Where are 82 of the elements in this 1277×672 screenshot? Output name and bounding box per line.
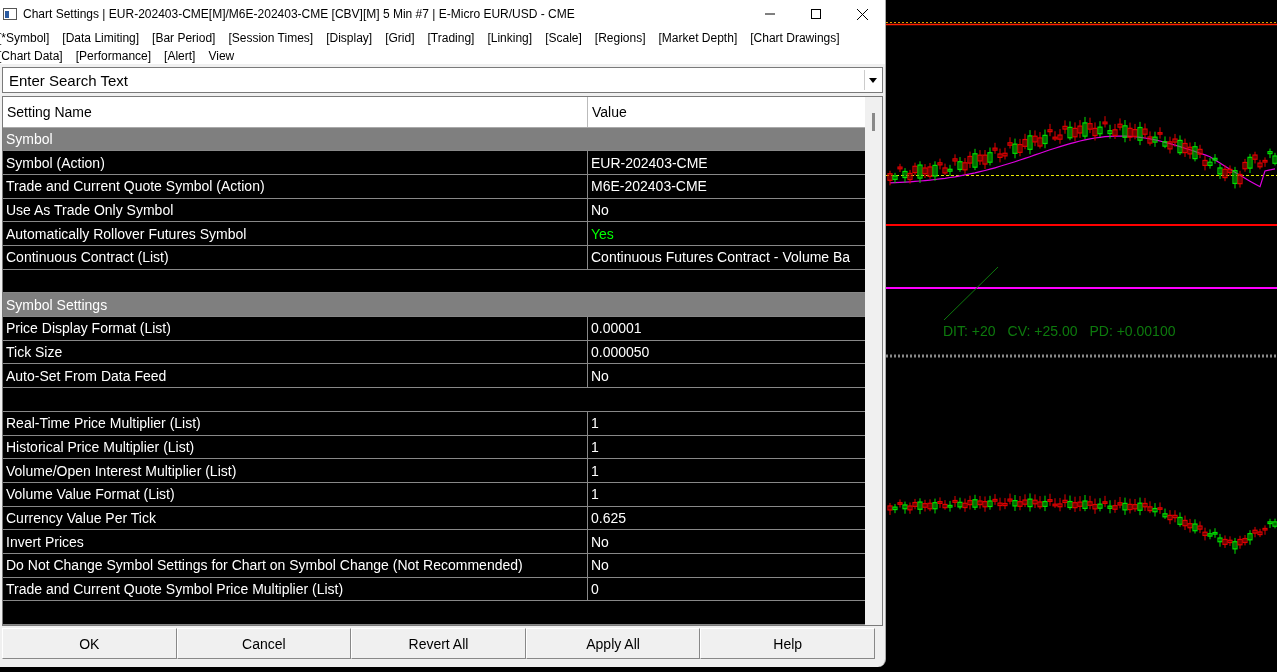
setting-row[interactable]: Historical Price Multiplier (List) 1 [3,435,865,460]
dialog-button[interactable]: Cancel [176,628,352,659]
section-title: Symbol Settings [5,295,108,315]
settings-tab[interactable]: [Regions] [594,30,646,46]
setting-row[interactable]: Real-Time Price Multiplier (List) 1 [3,411,865,436]
close-icon[interactable] [856,8,868,20]
settings-tab[interactable]: [Grid] [385,30,415,46]
settings-tab[interactable]: [Performance] [75,48,152,64]
setting-name: Currency Value Per Tick [3,506,588,530]
setting-row[interactable]: Volume Value Format (List) 1 [3,482,865,507]
setting-row[interactable]: Trade and Current Quote Symbol Price Multiplier (List) 0 [3,577,865,602]
setting-row[interactable]: Use As Trade Only Symbol No [3,198,865,223]
setting-name: Invert Prices [3,530,588,553]
dialog-button[interactable]: Revert All [351,628,526,659]
window-title: Chart Settings | EUR-202403-CME[M]/M6E-202403-CME [CBV][M] 5 Min #7 | E-Micro EUR/USD - CME [23,7,576,21]
setting-name: Tick Size [3,340,588,364]
setting-value: No [590,201,610,220]
setting-value: No [590,556,610,576]
section-header[interactable]: Symbol Settings [3,293,865,318]
setting-value: 1 [590,414,600,434]
settings-tab[interactable]: View [208,48,235,64]
setting-name: Do Not Change Symbol Settings for Chart on Symbol Change (Not Recommended) [3,553,588,577]
setting-value: 0.000050 [590,343,651,363]
section-header[interactable]: Symbol [3,127,865,152]
settings-tab[interactable]: [Session Times] [228,30,314,46]
window-icon [3,8,17,20]
setting-value: 0 [590,580,600,599]
chart-readout: CV: +25.00 [1007,323,1078,339]
setting-value: 1 [590,485,600,505]
setting-value: EUR-202403-CME [590,153,709,173]
chart-readout: DIT: +20 [943,323,996,339]
setting-name: Real-Time Price Multiplier (List) [3,411,588,435]
setting-row[interactable]: Tick Size 0.000050 [3,340,865,365]
setting-row[interactable]: Trade and Current Quote Symbol (Action) M6E-202403-CME [3,174,865,199]
setting-value: 1 [590,437,600,457]
settings-tab[interactable]: [Market Depth] [658,30,738,46]
settings-tab[interactable]: [Scale] [545,30,582,46]
setting-row[interactable]: Volume/Open Interest Multiplier (List) 1 [3,459,865,483]
setting-row[interactable]: Do Not Change Symbol Settings for Chart on Symbol Change (Not Recommended) No [3,553,865,578]
section-title: Symbol [5,129,53,149]
maximize-icon[interactable] [811,9,821,19]
dialog-button[interactable]: OK [2,628,177,659]
dialog-button[interactable]: Help [700,628,875,659]
setting-name: Trade and Current Quote Symbol (Action) [3,174,588,198]
setting-value: 0.625 [590,508,628,528]
column-header[interactable]: Setting Name [3,97,588,127]
setting-name: Volume Value Format (List) [3,482,588,506]
dialog-button[interactable]: Apply All [525,628,701,659]
chart-readout: PD: +0.00100 [1089,323,1176,339]
setting-value: M6E-202403-CME [590,177,708,197]
setting-row[interactable]: Symbol (Action) EUR-202403-CME [3,151,865,175]
setting-name: Continuous Contract (List) [3,246,588,269]
settings-tab[interactable]: [Linking] [487,30,533,46]
setting-value: 1 [590,461,600,481]
setting-value: 0.00001 [590,319,643,339]
diagonal-line [943,266,999,321]
setting-row[interactable]: Auto-Set From Data Feed No [3,364,865,389]
setting-name: Symbol (Action) [3,151,588,174]
setting-value: Continuous Futures Contract - Volume Ba [590,248,852,268]
settings-tab[interactable]: [Display] [326,30,373,46]
setting-row[interactable]: Price Display Format (List) 0.00001 [3,317,865,341]
setting-value: Yes [590,224,615,244]
setting-value: No [590,532,610,552]
setting-row[interactable]: Automatically Rollover Futures Symbol Yes [3,222,865,247]
setting-row[interactable]: Continuous Contract (List) Continuous Futures Contract - Volume Ba [3,246,865,270]
setting-row[interactable]: Currency Value Per Tick 0.625 [3,506,865,531]
setting-value: No [590,366,610,386]
setting-row[interactable]: Invert Prices No [3,530,865,554]
setting-name: Trade and Current Quote Symbol Price Multiplier (List) [3,577,588,601]
settings-tab[interactable]: [Chart Drawings] [750,30,840,46]
settings-tab[interactable]: [Alert] [164,48,196,64]
column-header[interactable]: Value [588,97,865,127]
settings-tab[interactable]: [Data Limiting] [62,30,140,46]
setting-name: Use As Trade Only Symbol [3,198,588,222]
settings-tab[interactable]: [Bar Period] [152,30,216,46]
search-field[interactable]: Enter Search Text [2,67,883,93]
setting-name: Auto-Set From Data Feed [3,364,588,388]
setting-name: Volume/Open Interest Multiplier (List) [3,459,588,482]
settings-tab[interactable]: [Trading] [427,30,475,46]
setting-name: Historical Price Multiplier (List) [3,435,588,459]
setting-name: Price Display Format (List) [3,317,588,340]
setting-name: Automatically Rollover Futures Symbol [3,222,588,246]
